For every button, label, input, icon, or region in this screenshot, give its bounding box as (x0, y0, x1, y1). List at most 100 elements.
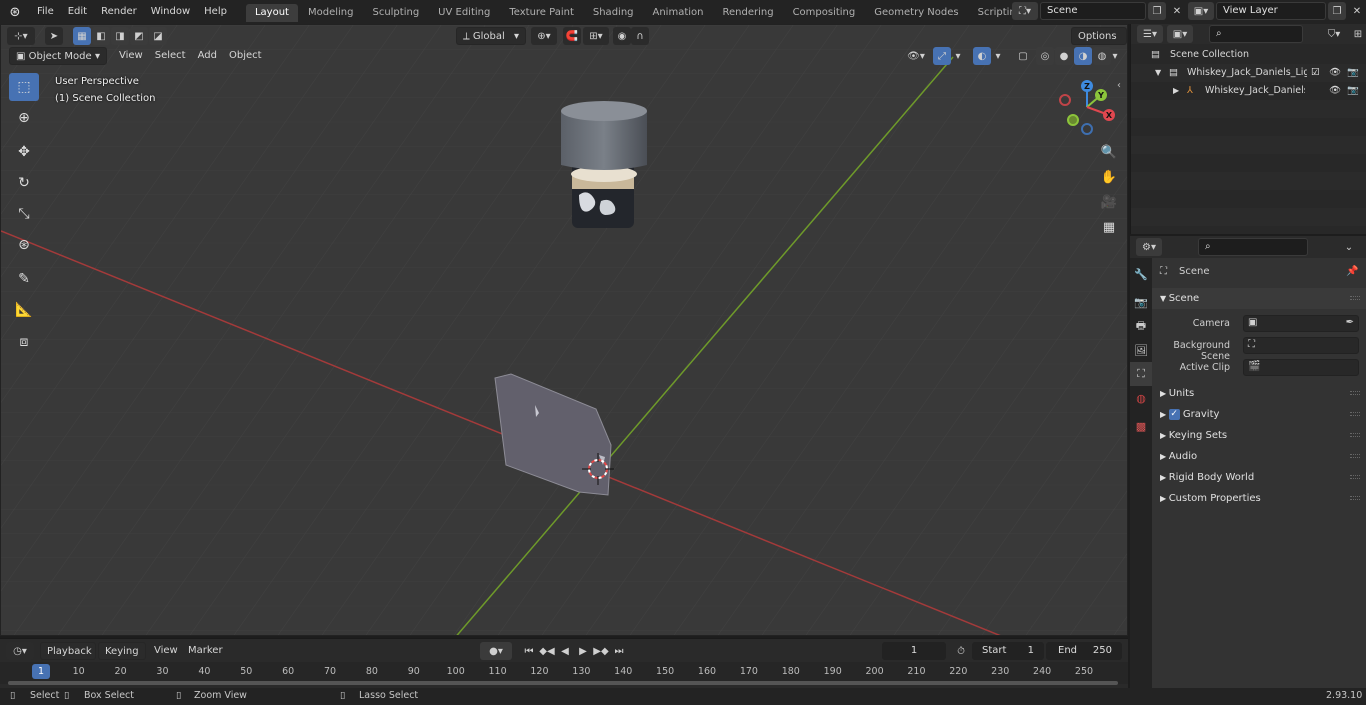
eye-icon[interactable]: 👁 (1329, 82, 1341, 100)
add-menu[interactable]: Add (192, 47, 223, 65)
start-frame-field[interactable]: Start 1 (972, 642, 1044, 660)
outliner-row-scene-collection[interactable]: ▤ Scene Collection (1131, 46, 1366, 64)
gizmo-neg-x-axis[interactable] (1059, 94, 1071, 106)
tab-animation[interactable]: Animation (644, 4, 713, 22)
camera-view-icon[interactable]: 🎥 (1098, 191, 1120, 213)
tab-shading[interactable]: Shading (584, 4, 643, 22)
material-shading-icon[interactable]: ◑ (1074, 47, 1092, 65)
camera-field[interactable]: ▣ ✒ (1243, 315, 1359, 332)
tab-layout[interactable]: Layout (245, 4, 298, 22)
tool-tab-icon[interactable]: 🔧 (1130, 262, 1152, 286)
select-new-icon[interactable]: ▦ (73, 27, 91, 45)
camera-render-icon[interactable]: 📷 (1347, 64, 1359, 82)
transform-orientation-dropdown[interactable]: ⟂ Global ▾ (456, 27, 526, 45)
cursor-tool-icon[interactable]: ⊕ (9, 104, 39, 132)
rotate-tool-icon[interactable]: ↻ (9, 169, 39, 197)
jump-end-icon[interactable]: ⏭ (610, 642, 628, 660)
menu-help[interactable]: Help (197, 0, 234, 24)
audio-panel-header[interactable]: ▶ Audio (1152, 446, 1366, 467)
units-panel-header[interactable]: ▶ Units (1152, 383, 1366, 404)
keying-dropdown[interactable]: Keying ▾ (98, 642, 146, 675)
scene-name-field[interactable]: Scene (1040, 2, 1146, 20)
scene-panel-header[interactable]: ▼ Scene (1152, 288, 1366, 309)
eyedropper-icon[interactable]: ✒ (1346, 317, 1354, 328)
tab-uv-editing[interactable]: UV Editing (429, 4, 499, 22)
menu-file[interactable]: File (30, 0, 61, 24)
menu-window[interactable]: Window (144, 0, 197, 24)
gizmo-y-axis[interactable]: Y (1095, 89, 1107, 101)
sidebar-toggle-icon[interactable]: ‹ (1117, 80, 1121, 91)
navigation-gizmo[interactable]: Z Y X (1059, 77, 1119, 137)
tab-sculpting[interactable]: Sculpting (363, 4, 428, 22)
drag-handle-icon[interactable] (1350, 496, 1360, 500)
pin-icon[interactable]: 📌 (1346, 262, 1358, 282)
playback-dropdown[interactable]: Playback ▾ (40, 642, 96, 675)
select-menu[interactable]: Select (149, 47, 192, 65)
pan-view-icon[interactable]: ✋ (1098, 166, 1120, 188)
timeline-view-menu[interactable]: View (148, 642, 184, 660)
expand-arrow-icon[interactable]: ▶ (1173, 82, 1179, 100)
drag-handle-icon[interactable] (1350, 296, 1360, 300)
add-cube-tool-icon[interactable]: ⧈ (9, 328, 39, 356)
tab-geometry-nodes[interactable]: Geometry Nodes (865, 4, 967, 22)
menu-render[interactable]: Render (94, 0, 144, 24)
filter-icon[interactable]: ⛉▾ (1321, 25, 1347, 43)
prev-keyframe-icon[interactable]: ◆◀ (538, 642, 556, 660)
properties-editor-type-icon[interactable]: ⚙▾ (1136, 238, 1162, 256)
current-frame-field[interactable]: 1 (882, 642, 946, 660)
view-layer-tab-icon[interactable]: 🖼 (1130, 338, 1152, 362)
select-tool-icon[interactable]: ➤ (45, 27, 63, 45)
menu-edit[interactable]: Edit (61, 0, 94, 24)
select-box-tool-icon[interactable]: ⬚ (9, 73, 39, 101)
snap-target-icon[interactable]: ⊞▾ (583, 27, 609, 45)
gravity-panel-header[interactable]: ▶ ✓ Gravity (1152, 404, 1366, 425)
measure-tool-icon[interactable]: 📐 (9, 296, 39, 324)
blender-logo-icon[interactable]: ⊛ (0, 5, 30, 20)
tab-modeling[interactable]: Modeling (299, 4, 363, 22)
select-extend-icon[interactable]: ◧ (92, 27, 110, 45)
view-menu[interactable]: View (113, 47, 149, 65)
timeline-scrollbar[interactable] (8, 681, 1118, 685)
wireframe-shading-icon[interactable]: ◎ (1036, 47, 1054, 65)
expand-arrow-icon[interactable]: ▼ (1155, 64, 1161, 82)
record-icon[interactable]: ●▾ (480, 642, 512, 660)
visibility-icon[interactable]: 👁▾ (903, 47, 929, 65)
background-scene-field[interactable]: ⛶ (1243, 337, 1359, 354)
object-mode-dropdown[interactable]: ▣ Object Mode ▾ (9, 47, 107, 65)
outliner-search-input[interactable]: ⌕ (1209, 25, 1303, 43)
editor-type-icon[interactable]: ⊹▾ (7, 27, 35, 45)
falloff-icon[interactable]: ∩ (631, 27, 649, 45)
tab-texture-paint[interactable]: Texture Paint (500, 4, 583, 22)
custom-properties-panel-header[interactable]: ▶ Custom Properties (1152, 488, 1366, 509)
proportional-edit-icon[interactable]: ◉ (613, 27, 631, 45)
gizmo-dropdown-icon[interactable]: ▾ (952, 47, 964, 65)
properties-options-icon[interactable]: ⌄ (1340, 238, 1358, 256)
3d-viewport[interactable]: ⊹▾ ➤ ▦ ◧ ◨ ◩ ◪ ⟂ Global ▾ ⊕▾ 🧲 ⊞▾ ◉ ∩ Opt… (0, 24, 1128, 636)
gizmo-toggle-icon[interactable]: ⤢ (933, 47, 951, 65)
object-menu[interactable]: Object (223, 47, 268, 65)
overlays-dropdown-icon[interactable]: ▾ (992, 47, 1004, 65)
view-layer-name-field[interactable]: View Layer (1216, 2, 1326, 20)
pivot-point-icon[interactable]: ⊕▾ (531, 27, 557, 45)
eye-icon[interactable]: 👁 (1329, 64, 1341, 82)
zoom-view-icon[interactable]: 🔍 (1098, 141, 1120, 163)
tab-compositing[interactable]: Compositing (784, 4, 865, 22)
timeline-editor-type-icon[interactable]: ◷▾ (6, 642, 34, 660)
render-tab-icon[interactable]: 📷 (1130, 290, 1152, 314)
drag-handle-icon[interactable] (1350, 412, 1360, 416)
drag-handle-icon[interactable] (1350, 433, 1360, 437)
delete-scene-icon[interactable]: ✕ (1168, 2, 1186, 20)
gizmo-neg-y-axis[interactable] (1067, 114, 1079, 126)
select-intersect-icon[interactable]: ◪ (149, 27, 167, 45)
duplicate-view-layer-icon[interactable]: ❐ (1328, 2, 1346, 20)
shading-dropdown-icon[interactable]: ▾ (1109, 47, 1121, 65)
xray-toggle-icon[interactable]: ▢ (1014, 47, 1032, 65)
overlays-toggle-icon[interactable]: ◐ (973, 47, 991, 65)
next-keyframe-icon[interactable]: ▶◆ (592, 642, 610, 660)
display-mode-icon[interactable]: ▣▾ (1167, 25, 1193, 43)
transform-tool-icon[interactable]: ⊛ (9, 231, 39, 259)
duplicate-scene-icon[interactable]: ❐ (1148, 2, 1166, 20)
drag-handle-icon[interactable] (1350, 391, 1360, 395)
gizmo-z-axis[interactable]: Z (1081, 80, 1093, 92)
move-tool-icon[interactable]: ✥ (9, 138, 39, 166)
